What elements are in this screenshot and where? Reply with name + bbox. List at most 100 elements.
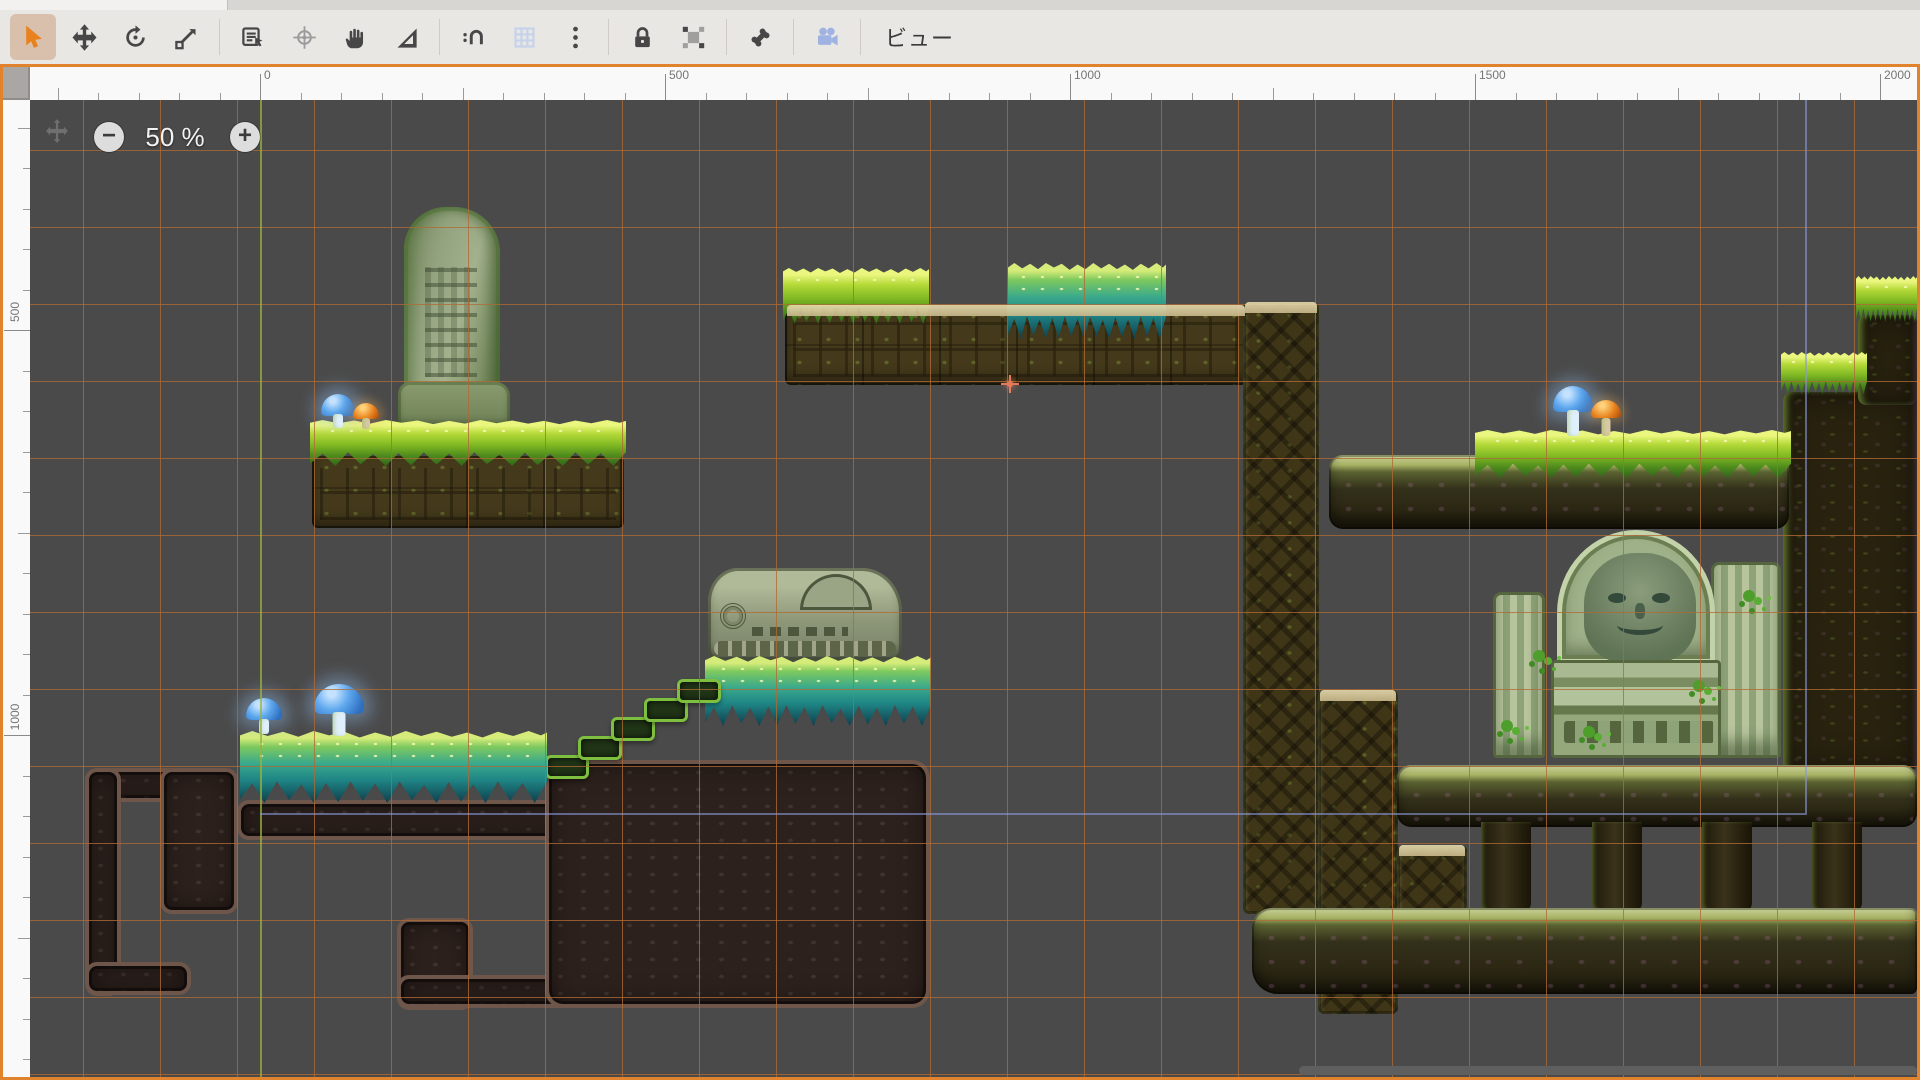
platform-pillar[interactable]	[1481, 822, 1531, 912]
ruler-tick	[23, 249, 30, 250]
ruler-label: 1000	[1074, 68, 1101, 82]
grid-line	[1546, 100, 1547, 1077]
orange-mushroom[interactable]	[1591, 400, 1621, 436]
pan-tool-button[interactable]	[332, 14, 378, 60]
grid-line	[30, 689, 1917, 690]
group-tool-button[interactable]	[670, 14, 716, 60]
2d-editor-toolbar: ビュー	[0, 10, 1920, 64]
blue-mushroom[interactable]	[246, 698, 282, 734]
pivot-icon	[291, 24, 318, 51]
grid-line	[1392, 100, 1393, 1077]
ruler-tick	[422, 93, 423, 100]
ruler-tick	[1273, 88, 1274, 100]
grid-line	[545, 100, 546, 1077]
ruler-corner-box	[3, 67, 30, 100]
ruler-tick	[1556, 93, 1557, 100]
ruler-tick	[179, 93, 180, 100]
platform-pillar[interactable]	[1702, 822, 1752, 912]
ruler-tick	[1799, 93, 1800, 100]
ruler-tick	[260, 74, 261, 100]
edit-pivot-tool-button[interactable]	[281, 14, 327, 60]
ruler-mode-tool-button[interactable]	[383, 14, 429, 60]
ruler-tick	[23, 452, 30, 453]
blue-mushroom[interactable]	[314, 684, 364, 736]
scene-canvas[interactable]: − 50 % +	[30, 100, 1917, 1077]
select-tool-button[interactable]	[10, 14, 56, 60]
ruler-tick	[382, 93, 383, 100]
zoom-level-label[interactable]: 50 %	[122, 122, 228, 153]
rotate-tool-button[interactable]	[112, 14, 158, 60]
teal-grass-platform[interactable]	[240, 731, 547, 803]
skeleton-tool-button[interactable]	[737, 14, 783, 60]
ruler-tick	[665, 74, 666, 100]
ruler-tick	[1232, 93, 1233, 100]
grid-line	[1777, 100, 1778, 1077]
ruler-tick	[827, 93, 828, 100]
dots-vertical-icon	[562, 24, 589, 51]
smart-snap-tool-button[interactable]	[450, 14, 496, 60]
ruler-tick	[341, 93, 342, 100]
ruler-tick	[58, 88, 59, 100]
ruler-tick	[1475, 74, 1476, 100]
grid-line	[1084, 100, 1085, 1077]
stone-block-step[interactable]	[1397, 845, 1467, 917]
zoom-in-button[interactable]: +	[230, 122, 260, 152]
ruler-tick	[23, 857, 30, 858]
toolbar-separator	[219, 19, 220, 55]
ruler-tick	[23, 209, 30, 210]
list-select-icon	[240, 24, 267, 51]
ruler-tick	[1678, 88, 1679, 100]
select-icon	[20, 24, 47, 51]
orange-mushroom[interactable]	[353, 403, 379, 429]
upper-pillar-row[interactable]	[1397, 765, 1917, 827]
grid-snap-tool-button[interactable]	[501, 14, 547, 60]
list-select-tool-button[interactable]	[230, 14, 276, 60]
ruler-tick	[706, 93, 707, 100]
snap-options-tool-button[interactable]	[552, 14, 598, 60]
stone-face-monument[interactable]	[1493, 530, 1793, 762]
grid-line	[1854, 100, 1855, 1077]
right-cliff[interactable]	[1783, 392, 1917, 772]
horizontal-scrollbar[interactable]	[1299, 1066, 1917, 1075]
grid-line	[30, 535, 1917, 536]
grid-line	[314, 100, 315, 1077]
move-tool-button[interactable]	[61, 14, 107, 60]
blue-mushroom[interactable]	[1553, 386, 1593, 436]
platform-pillar[interactable]	[1592, 822, 1642, 912]
scale-tool-button[interactable]	[163, 14, 209, 60]
ruler-tick	[98, 93, 99, 100]
viewport-rect-bottom	[260, 813, 1807, 815]
grid-line	[83, 100, 84, 1077]
ruler-tick	[1880, 74, 1881, 100]
ancient-tank[interactable]	[708, 568, 902, 660]
view-menu-button[interactable]: ビュー	[871, 14, 968, 60]
ruler-tick	[23, 290, 30, 291]
ruler-label: 500	[669, 68, 689, 82]
dirt-block[interactable]	[237, 800, 577, 840]
ruler-tick	[23, 371, 30, 372]
dirt-block[interactable]	[160, 768, 238, 914]
ruler-tick	[503, 93, 504, 100]
grid-line	[30, 150, 1917, 151]
scene-tab-active[interactable]	[0, 0, 228, 10]
grid-line	[776, 100, 777, 1077]
ruler-tick	[23, 654, 30, 655]
grid-line	[160, 100, 161, 1077]
camera-override-tool-button[interactable]	[804, 14, 850, 60]
stone-column[interactable]	[1243, 302, 1319, 914]
zoom-out-button[interactable]: −	[94, 122, 124, 152]
blue-mushroom[interactable]	[321, 394, 355, 428]
ruler-tick	[1759, 93, 1760, 100]
dirt-block[interactable]	[85, 962, 191, 995]
toolbar-separator	[793, 19, 794, 55]
dirt-ground-mass[interactable]	[545, 760, 930, 1008]
ruler-tick	[1030, 93, 1031, 100]
ruler-tick	[463, 88, 464, 100]
teal-grass-platform[interactable]	[705, 656, 931, 726]
ruler-tick	[989, 93, 990, 100]
ruler-tick	[23, 492, 30, 493]
pan-hand-icon	[342, 24, 369, 51]
ruler-tick	[908, 93, 909, 100]
lock-tool-button[interactable]	[619, 14, 665, 60]
scale-icon	[173, 24, 200, 51]
